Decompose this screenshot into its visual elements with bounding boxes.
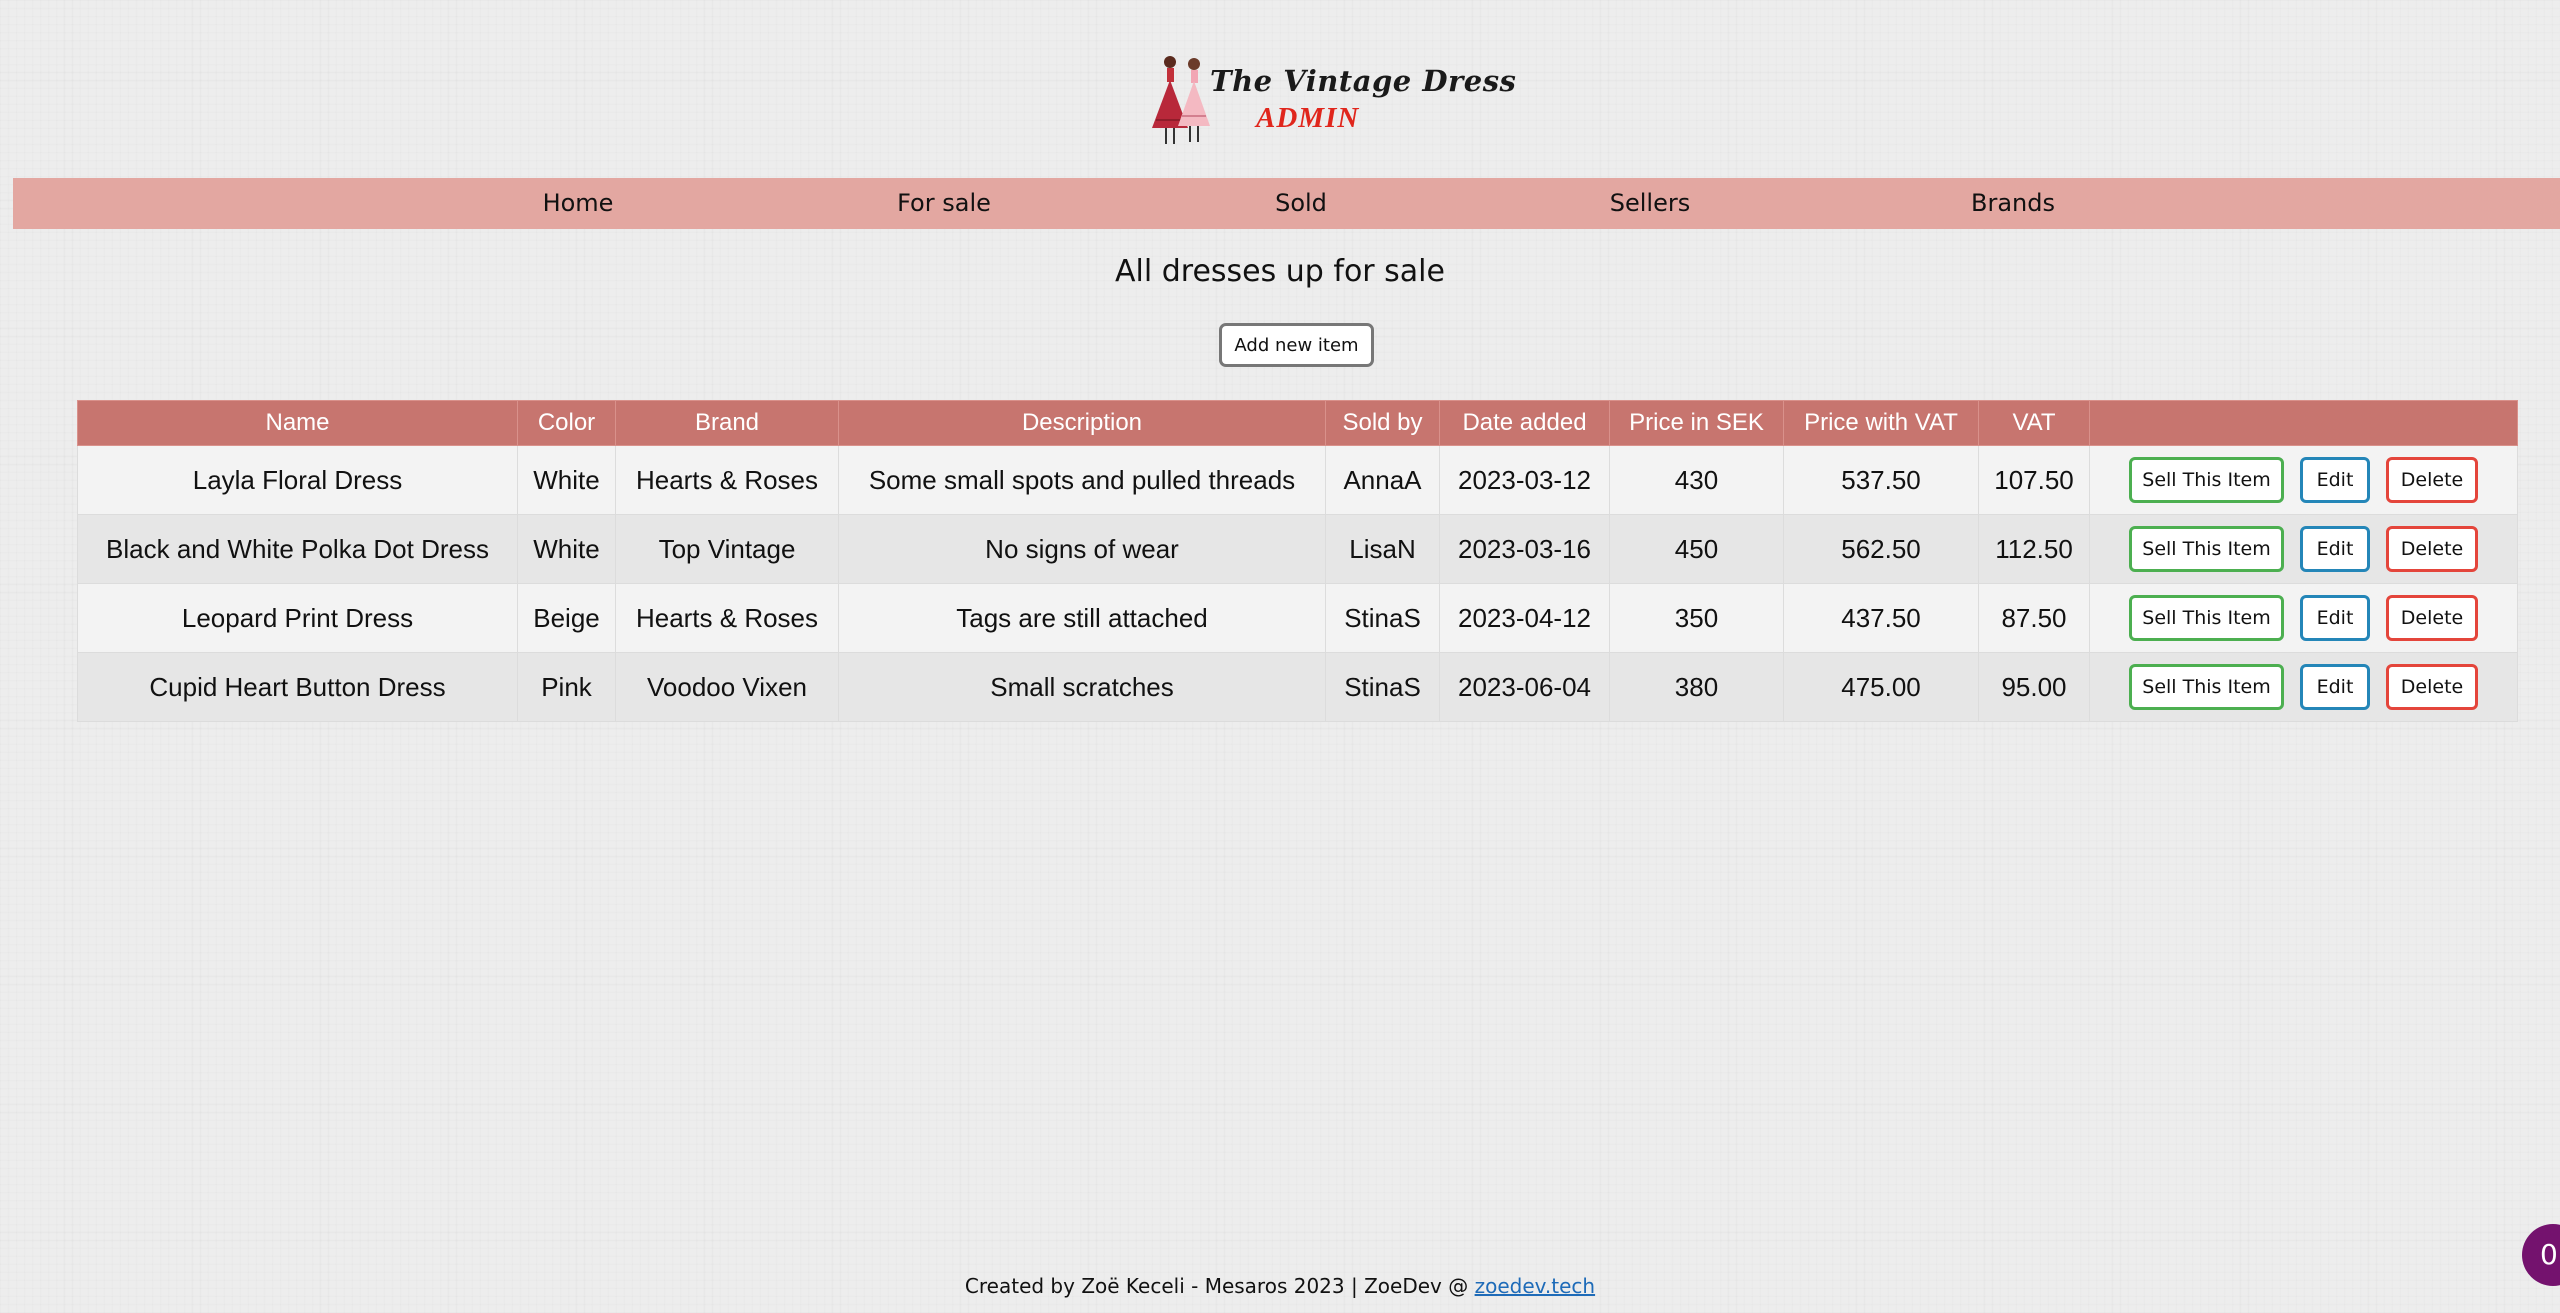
cell-description: Tags are still attached: [838, 583, 1326, 653]
cell-brand: Top Vintage: [615, 514, 839, 584]
cell-name: Leopard Print Dress: [77, 583, 518, 653]
cell-date-added: 2023-06-04: [1439, 652, 1610, 722]
cell-vat: 87.50: [1978, 583, 2090, 653]
nav-item-sellers[interactable]: Sellers: [1520, 178, 1780, 229]
cell-vat: 95.00: [1978, 652, 2090, 722]
cell-name: Black and White Polka Dot Dress: [77, 514, 518, 584]
cell-price-sek: 450: [1609, 514, 1784, 584]
table-row: Cupid Heart Button Dress Pink Voodoo Vix…: [77, 652, 2518, 722]
delete-button[interactable]: Delete: [2386, 664, 2478, 710]
cell-date-added: 2023-04-12: [1439, 583, 1610, 653]
nav-item-home[interactable]: Home: [448, 178, 708, 229]
cell-vat: 107.50: [1978, 445, 2090, 515]
delete-button[interactable]: Delete: [2386, 595, 2478, 641]
nav-item-for-sale[interactable]: For sale: [814, 178, 1074, 229]
cell-color: Beige: [517, 583, 616, 653]
cell-color: White: [517, 445, 616, 515]
column-header-price-sek: Price in SEK: [1609, 400, 1784, 446]
footer: Created by Zoë Keceli - Mesaros 2023 | Z…: [0, 1274, 2560, 1298]
cell-sold-by: AnnaA: [1325, 445, 1440, 515]
cell-name: Layla Floral Dress: [77, 445, 518, 515]
page-title: All dresses up for sale: [1115, 254, 1445, 289]
cell-price-vat: 475.00: [1783, 652, 1979, 722]
table-row: Layla Floral Dress White Hearts & Roses …: [77, 445, 2518, 515]
logo-subtitle: ADMIN: [1256, 102, 1360, 134]
column-header-date-added: Date added: [1439, 400, 1610, 446]
sell-item-button[interactable]: Sell This Item: [2129, 595, 2284, 641]
edit-button[interactable]: Edit: [2300, 595, 2370, 641]
cell-color: Pink: [517, 652, 616, 722]
vintage-dress-figures-icon: [1152, 56, 1210, 144]
cell-description: No signs of wear: [838, 514, 1326, 584]
main-nav: Home For sale Sold Sellers Brands: [13, 178, 2560, 229]
sell-item-button[interactable]: Sell This Item: [2129, 526, 2284, 572]
column-header-actions: [2089, 400, 2518, 446]
column-header-price-vat: Price with VAT: [1783, 400, 1979, 446]
cell-date-added: 2023-03-16: [1439, 514, 1610, 584]
table-row: Black and White Polka Dot Dress White To…: [77, 514, 2518, 584]
column-header-vat: VAT: [1978, 400, 2090, 446]
cell-color: White: [517, 514, 616, 584]
footer-credit: Created by Zoë Keceli - Mesaros 2023 | Z…: [964, 1274, 1475, 1298]
site-logo[interactable]: The Vintage Dress ADMIN: [1148, 50, 1516, 150]
sell-item-button[interactable]: Sell This Item: [2129, 457, 2284, 503]
cell-brand: Hearts & Roses: [615, 583, 839, 653]
cell-name: Cupid Heart Button Dress: [77, 652, 518, 722]
table-header-row: Name Color Brand Description Sold by Dat…: [77, 400, 2518, 446]
cell-price-vat: 437.50: [1783, 583, 1979, 653]
cell-description: Some small spots and pulled threads: [838, 445, 1326, 515]
dresses-table: Name Color Brand Description Sold by Dat…: [77, 400, 2518, 722]
cell-brand: Hearts & Roses: [615, 445, 839, 515]
cell-price-sek: 380: [1609, 652, 1784, 722]
cell-sold-by: LisaN: [1325, 514, 1440, 584]
delete-button[interactable]: Delete: [2386, 457, 2478, 503]
cell-vat: 112.50: [1978, 514, 2090, 584]
cell-price-vat: 562.50: [1783, 514, 1979, 584]
footer-link[interactable]: zoedev.tech: [1475, 1274, 1596, 1298]
cell-actions: Sell This Item Edit Delete: [2089, 514, 2518, 584]
column-header-color: Color: [517, 400, 616, 446]
cell-actions: Sell This Item Edit Delete: [2089, 583, 2518, 653]
cell-price-vat: 537.50: [1783, 445, 1979, 515]
table-row: Leopard Print Dress Beige Hearts & Roses…: [77, 583, 2518, 653]
column-header-sold-by: Sold by: [1325, 400, 1440, 446]
column-header-brand: Brand: [615, 400, 839, 446]
column-header-name: Name: [77, 400, 518, 446]
logo-title: The Vintage Dress: [1210, 64, 1517, 98]
sell-item-button[interactable]: Sell This Item: [2129, 664, 2284, 710]
cell-actions: Sell This Item Edit Delete: [2089, 652, 2518, 722]
edit-button[interactable]: Edit: [2300, 457, 2370, 503]
cell-price-sek: 430: [1609, 445, 1784, 515]
nav-item-sold[interactable]: Sold: [1171, 178, 1431, 229]
cell-sold-by: StinaS: [1325, 583, 1440, 653]
cell-brand: Voodoo Vixen: [615, 652, 839, 722]
nav-item-brands[interactable]: Brands: [1883, 178, 2143, 229]
cell-date-added: 2023-03-12: [1439, 445, 1610, 515]
delete-button[interactable]: Delete: [2386, 526, 2478, 572]
edit-button[interactable]: Edit: [2300, 526, 2370, 572]
cell-sold-by: StinaS: [1325, 652, 1440, 722]
cell-price-sek: 350: [1609, 583, 1784, 653]
column-header-description: Description: [838, 400, 1326, 446]
add-new-item-button[interactable]: Add new item: [1219, 323, 1374, 367]
cell-description: Small scratches: [838, 652, 1326, 722]
edit-button[interactable]: Edit: [2300, 664, 2370, 710]
cell-actions: Sell This Item Edit Delete: [2089, 445, 2518, 515]
